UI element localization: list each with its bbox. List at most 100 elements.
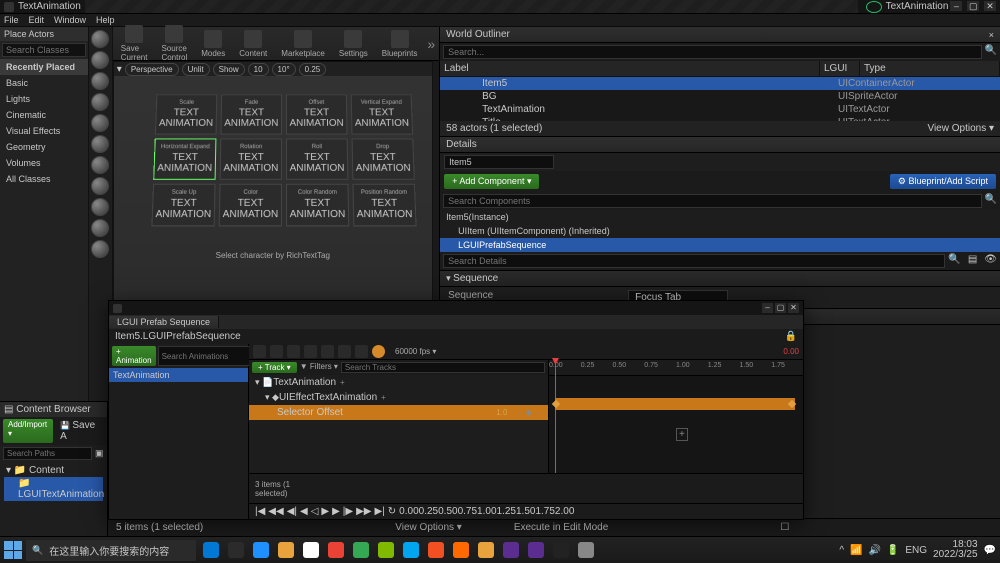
- tray-wifi-icon[interactable]: 📶: [850, 545, 862, 556]
- taskbar-app-icon[interactable]: [475, 539, 497, 561]
- actor-preset-icon[interactable]: [91, 198, 109, 216]
- prev-frame-icon[interactable]: ◀: [300, 506, 308, 517]
- track-selector-offset[interactable]: Selector Offset1.0← ◆ →: [249, 405, 548, 420]
- seq-minimize-button[interactable]: –: [762, 303, 773, 313]
- play-reverse-icon[interactable]: ◁: [311, 506, 319, 517]
- actor-preset-icon[interactable]: [91, 219, 109, 237]
- checkbox-icon[interactable]: ☐: [780, 522, 789, 533]
- component-instance[interactable]: Item5(Instance): [440, 210, 1000, 224]
- add-import-button[interactable]: Add/Import ▾: [3, 419, 53, 443]
- seq-lock-icon[interactable]: 🔒: [785, 331, 797, 342]
- seq-maximize-button[interactable]: ▢: [775, 303, 786, 313]
- track-add-icon[interactable]: +: [381, 393, 386, 402]
- track-add-icon[interactable]: +: [340, 378, 345, 387]
- viewport-unlit[interactable]: Unlit: [182, 63, 210, 76]
- details-actor-name[interactable]: [444, 155, 554, 169]
- place-actors-category[interactable]: Visual Effects: [0, 123, 88, 139]
- actor-preset-icon[interactable]: [91, 135, 109, 153]
- outliner-row[interactable]: TextAnimationUITextActor: [440, 103, 1000, 116]
- details-tab[interactable]: Details: [446, 139, 477, 150]
- outliner-close-icon[interactable]: ×: [989, 30, 994, 40]
- place-actors-category[interactable]: Basic: [0, 75, 88, 91]
- actor-preset-icon[interactable]: [91, 240, 109, 258]
- animation-item[interactable]: TextAnimation: [109, 368, 248, 382]
- toolbar-overflow-icon[interactable]: »: [427, 36, 435, 52]
- search-icon[interactable]: 🔍: [985, 45, 997, 59]
- save-all-button[interactable]: 💾 Save A: [55, 419, 104, 443]
- outliner-row[interactable]: BGUISpriteActor: [440, 90, 1000, 103]
- place-actors-category[interactable]: Lights: [0, 91, 88, 107]
- windows-search[interactable]: 🔍 在这里输入你要搜索的内容: [26, 540, 196, 561]
- loop-icon[interactable]: ↻: [388, 506, 396, 517]
- place-actors-category[interactable]: Recently Placed: [0, 59, 88, 75]
- preview-cell[interactable]: DropTEXTANIMATION: [351, 138, 414, 179]
- search-tracks[interactable]: [341, 362, 545, 373]
- place-actors-category[interactable]: Cinematic: [0, 107, 88, 123]
- actor-preset-icon[interactable]: [91, 114, 109, 132]
- taskbar-app-icon[interactable]: [375, 539, 397, 561]
- goto-end-icon[interactable]: ▶|: [374, 506, 384, 517]
- component-uiitem[interactable]: UIItem (UIItemComponent) (Inherited): [440, 224, 1000, 238]
- taskbar-app-icon[interactable]: [250, 539, 272, 561]
- actor-preset-icon[interactable]: [91, 72, 109, 90]
- tray-clock[interactable]: 18:03 2022/3/25: [933, 540, 978, 560]
- track-value[interactable]: 1.0: [496, 408, 507, 417]
- menu-window[interactable]: Window: [54, 14, 86, 26]
- actor-preset-icon[interactable]: [91, 93, 109, 111]
- menu-edit[interactable]: Edit: [29, 14, 45, 26]
- taskbar-app-icon[interactable]: [325, 539, 347, 561]
- viewport-snap-angle[interactable]: 10°: [272, 63, 296, 76]
- seq-close-button[interactable]: ✕: [788, 303, 799, 313]
- taskbar-app-icon[interactable]: [400, 539, 422, 561]
- toolbar-modes[interactable]: Modes: [197, 30, 229, 58]
- minimize-button[interactable]: –: [950, 1, 962, 11]
- search-components[interactable]: [443, 194, 981, 208]
- folder-lguitextanimation[interactable]: 📁 LGUITextAnimation: [4, 477, 103, 501]
- preview-cell[interactable]: Scale UpTEXTANIMATION: [151, 184, 215, 226]
- content-filter-icon[interactable]: ▣: [95, 448, 104, 459]
- toolbar-save-current[interactable]: Save Current: [117, 25, 152, 62]
- preview-cell[interactable]: Position RandomTEXTANIMATION: [352, 184, 416, 226]
- preview-cell[interactable]: RollTEXTANIMATION: [286, 138, 348, 179]
- taskbar-app-icon[interactable]: [275, 539, 297, 561]
- toolbar-source-control[interactable]: Source Control: [157, 25, 191, 62]
- viewport-snap-scale[interactable]: 0.25: [299, 63, 327, 76]
- seq-breadcrumb[interactable]: Item5.LGUIPrefabSequence: [115, 331, 241, 342]
- seq-save-icon[interactable]: [253, 345, 266, 358]
- actor-preset-icon[interactable]: [91, 177, 109, 195]
- taskbar-app-icon[interactable]: [525, 539, 547, 561]
- outliner-search[interactable]: [443, 45, 981, 59]
- search-icon[interactable]: 🔍: [985, 194, 997, 208]
- actor-preset-icon[interactable]: [91, 51, 109, 69]
- track-range[interactable]: [555, 398, 795, 410]
- place-actors-category[interactable]: All Classes: [0, 171, 88, 187]
- toolbar-marketplace[interactable]: Marketplace: [277, 30, 329, 58]
- viewport-snap-grid[interactable]: 10: [248, 63, 269, 76]
- content-search[interactable]: [3, 447, 92, 460]
- taskbar-app-icon[interactable]: [200, 539, 222, 561]
- viewport-menu-icon[interactable]: ▾: [117, 64, 122, 75]
- folder-content[interactable]: ▾ 📁 Content: [4, 464, 103, 477]
- tray-notifications-icon[interactable]: 💬: [984, 545, 996, 556]
- goto-start-icon[interactable]: |◀: [255, 506, 265, 517]
- place-actors-category[interactable]: Volumes: [0, 155, 88, 171]
- add-animation-button[interactable]: + Animation: [112, 346, 156, 366]
- seq-key2-icon[interactable]: [338, 345, 351, 358]
- toolbar-settings[interactable]: Settings: [335, 30, 372, 58]
- track-textanimation[interactable]: ▾ 📄 TextAnimation+: [249, 375, 548, 390]
- preview-cell[interactable]: OffsetTEXTANIMATION: [286, 94, 348, 134]
- outliner-col-type[interactable]: Type: [860, 61, 1000, 76]
- taskbar-app-icon[interactable]: [550, 539, 572, 561]
- outliner-col-lgui[interactable]: LGUI: [820, 61, 860, 76]
- outliner-row[interactable]: Item5UIContainerActor: [440, 77, 1000, 90]
- seq-key-icon[interactable]: [270, 345, 283, 358]
- preview-cell[interactable]: ColorTEXTANIMATION: [219, 184, 282, 226]
- step-back-icon[interactable]: ◀◀: [268, 506, 283, 517]
- section-sequence[interactable]: ▾ Sequence: [440, 270, 1000, 287]
- preview-cell[interactable]: FadeTEXTANIMATION: [220, 94, 282, 134]
- maximize-button[interactable]: ▢: [967, 1, 979, 11]
- preview-cell[interactable]: Vertical ExpandTEXTANIMATION: [350, 94, 412, 134]
- close-button[interactable]: ✕: [984, 1, 996, 11]
- actor-preset-icon[interactable]: [91, 156, 109, 174]
- blueprint-add-script-button[interactable]: ⚙ Blueprint/Add Script: [890, 174, 996, 189]
